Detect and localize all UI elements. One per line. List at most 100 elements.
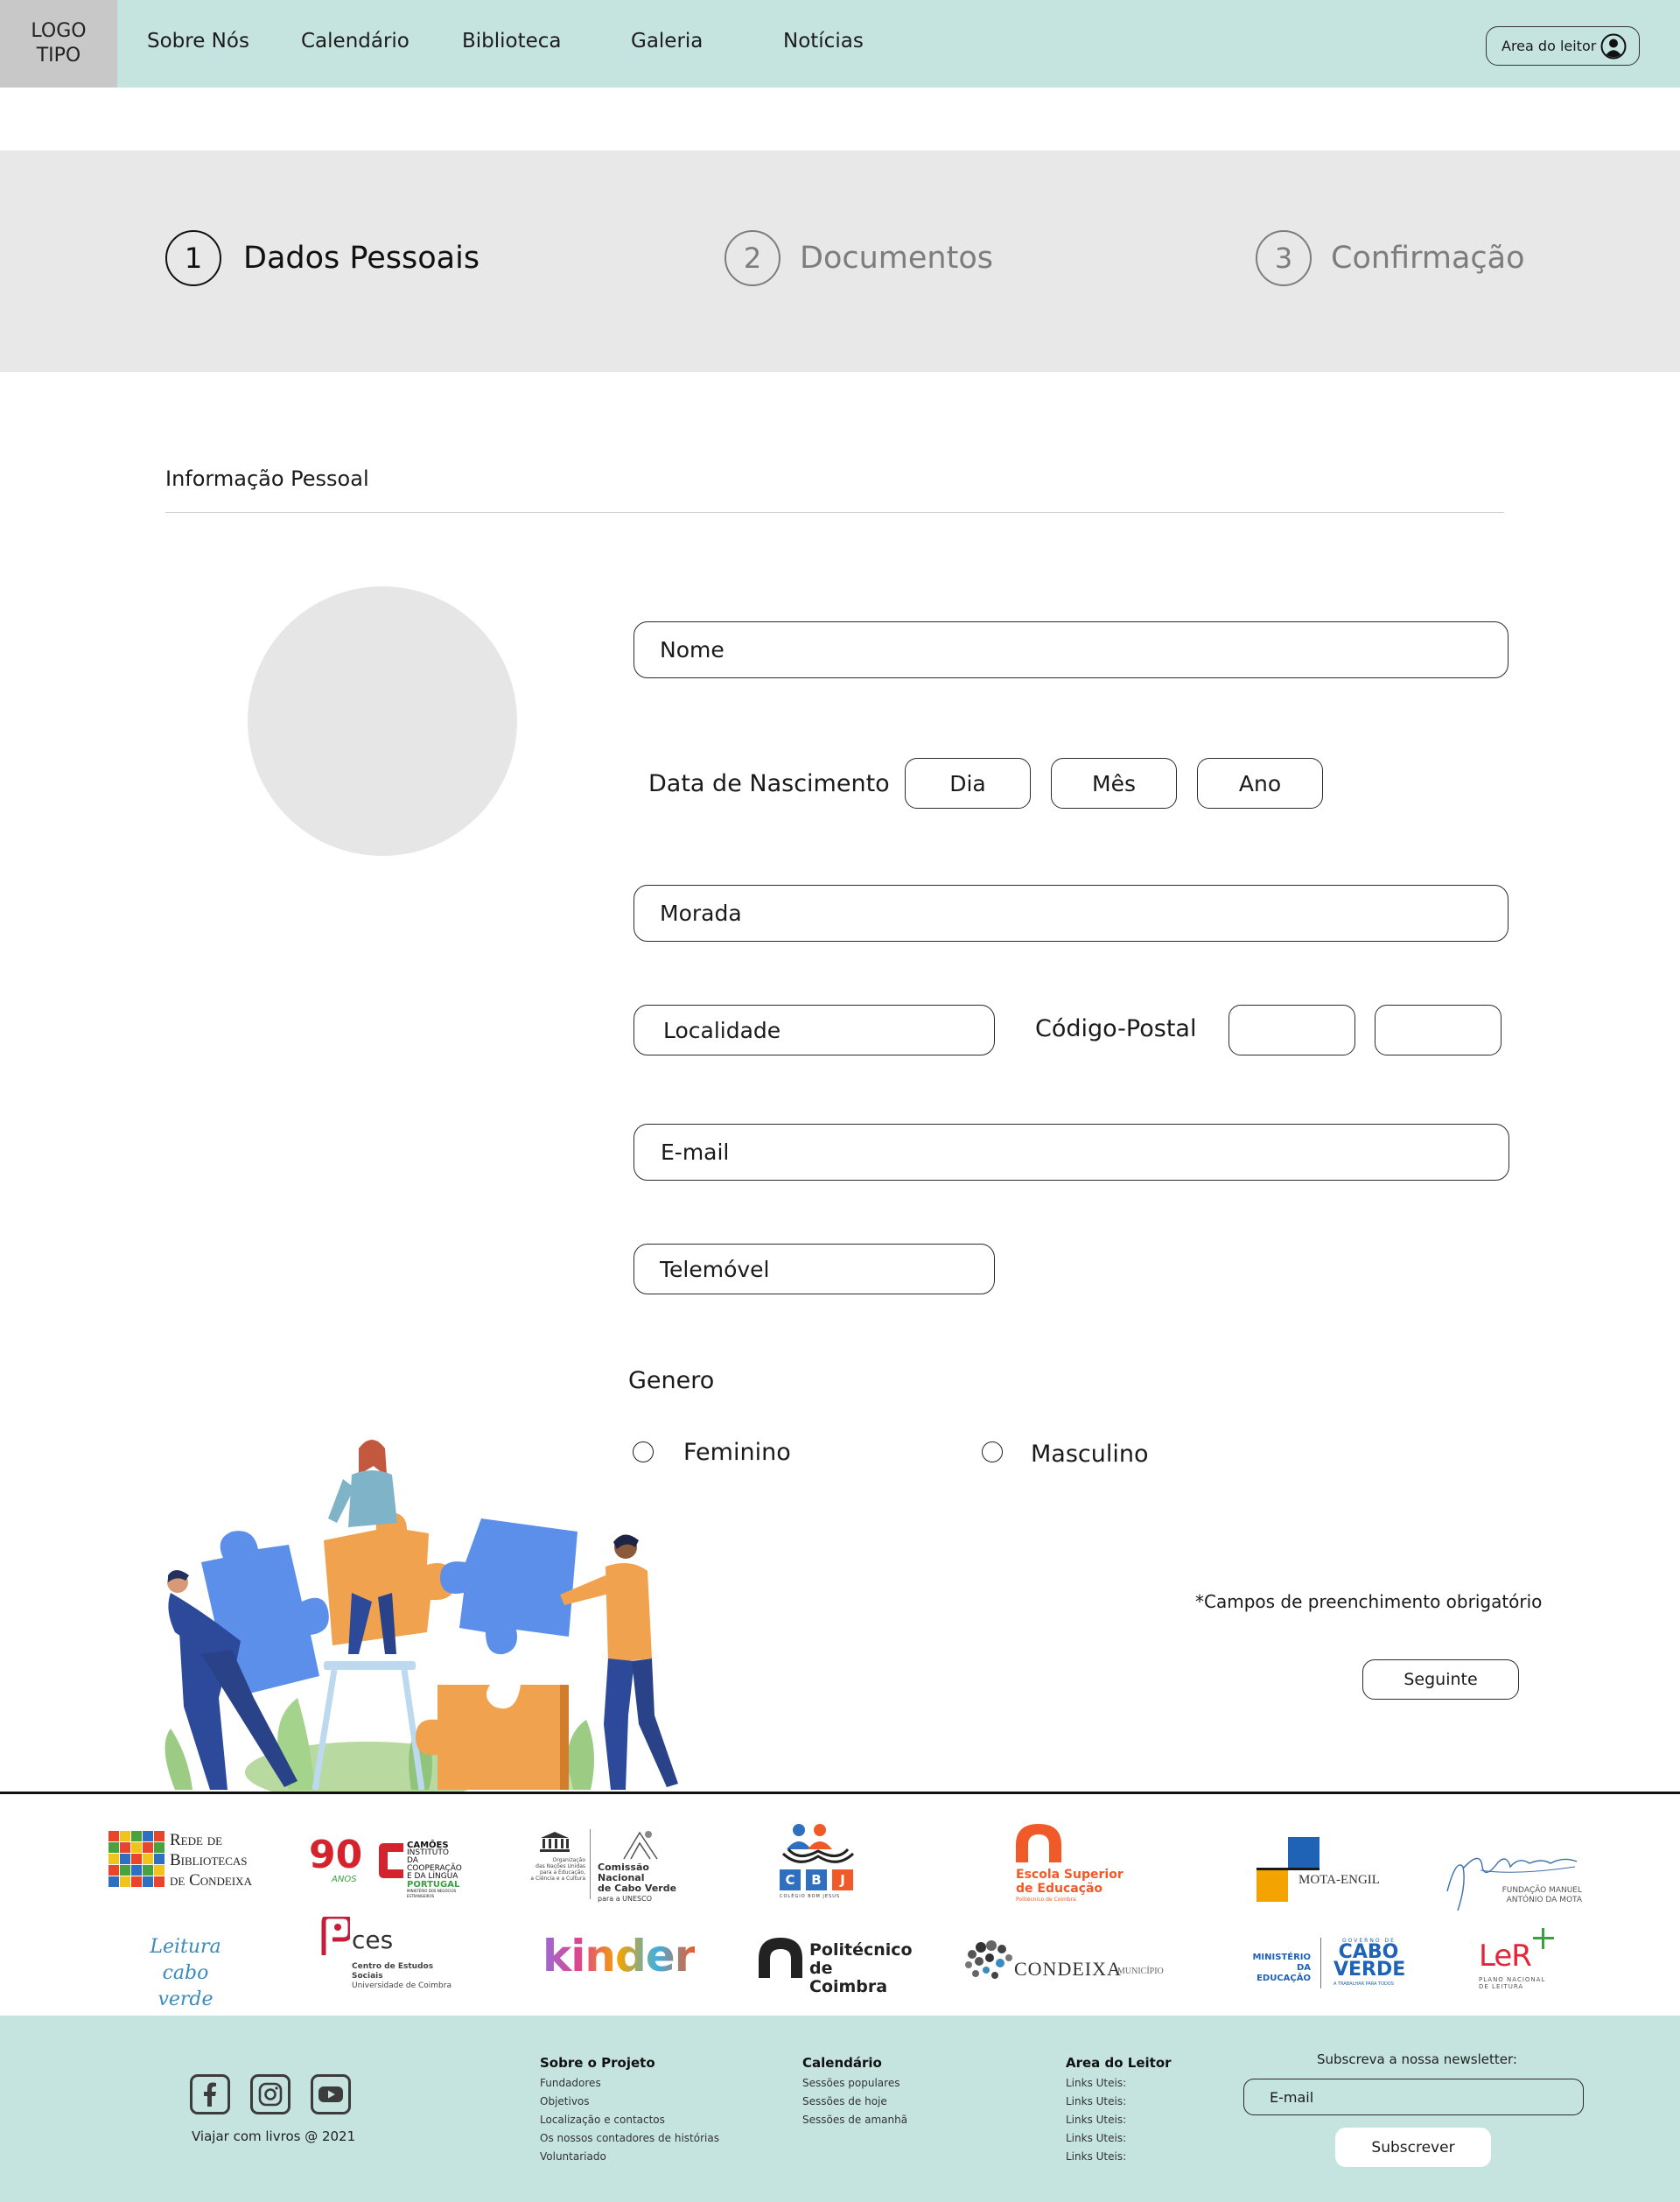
rede-line-2: Bibliotecas <box>170 1851 248 1869</box>
ler-line-2: DE LEITURA <box>1479 1983 1524 1990</box>
postal-code-label: Código-Postal <box>1035 1015 1197 1042</box>
step-personal-data[interactable]: 1 Dados Pessoais <box>165 230 480 286</box>
newsletter-email-placeholder: E-mail <box>1270 2088 1314 2106</box>
postal-code-prefix-input[interactable] <box>1228 1005 1355 1055</box>
partner-plano-nacional-leitura[interactable]: LeR PLANO NACIONAL DE LEITURA <box>1479 1928 1566 1991</box>
footer-link-useful-4[interactable]: Links Uteis: <box>1066 2129 1172 2148</box>
section-divider <box>165 512 1504 513</box>
unesco-comm-1: Comissão Nacional <box>598 1862 649 1883</box>
footer-link-useful-1[interactable]: Links Uteis: <box>1066 2074 1172 2093</box>
section-title: Informação Pessoal <box>165 466 369 491</box>
partner-esec-coimbra[interactable]: Escola Superior de Educação Politécnico … <box>1016 1824 1130 1911</box>
step-confirmation[interactable]: 3 Confirmação <box>1256 230 1525 286</box>
youtube-glyph <box>318 2086 343 2102</box>
footer-link-voluntariado[interactable]: Voluntariado <box>540 2148 719 2166</box>
unesco-org-2: das Nações Unidas <box>536 1863 585 1869</box>
footer-link-useful-5[interactable]: Links Uteis: <box>1066 2148 1172 2166</box>
footer-link-useful-2[interactable]: Links Uteis: <box>1066 2093 1172 2111</box>
partner-ces-coimbra[interactable]: ces Centro de Estudos Sociais Universida… <box>320 1917 460 1990</box>
facebook-glyph <box>204 2082 216 2107</box>
politecnico-line-2: de Coimbra <box>809 1959 888 1996</box>
footer-link-today-sessions[interactable]: Sessões de hoje <box>802 2093 907 2111</box>
footer-column-title: Sobre o Projeto <box>540 2055 655 2071</box>
ministerio-line-1: MINISTÉRIO DA <box>1252 1953 1311 1973</box>
partner-mota-engil[interactable]: MOTA-ENGIL <box>1256 1837 1388 1903</box>
address-input[interactable]: Morada <box>634 885 1508 942</box>
partner-cbj[interactable]: C B J COLÉGIO BOM JESUS <box>776 1823 860 1911</box>
gender-label: Genero <box>628 1367 715 1394</box>
footer-link-popular-sessions[interactable]: Sessões populares <box>802 2074 907 2093</box>
copyright-text: Viajar com livros @ 2021 <box>192 2128 356 2144</box>
name-input[interactable]: Nome <box>634 621 1508 678</box>
facebook-icon[interactable] <box>190 2074 230 2114</box>
step-documents[interactable]: 2 Documentos <box>724 230 993 286</box>
reader-area-button[interactable]: Area do leitor <box>1486 26 1640 66</box>
subscribe-button[interactable]: Subscrever <box>1335 2128 1491 2167</box>
partner-unesco-cabo-verde[interactable]: Organização das Nações Unidas para a Edu… <box>526 1827 692 1903</box>
footer-link-localizacao[interactable]: Localização e contactos <box>540 2111 719 2129</box>
nav-link-noticias[interactable]: Notícias <box>783 30 864 53</box>
logo[interactable]: LOGO TIPO <box>0 0 117 88</box>
birth-day-select[interactable]: Dia <box>905 758 1031 809</box>
politecnico-arch-icon <box>759 1938 802 1978</box>
partner-condeixa-municipio[interactable]: CONDEIXA MUNICÍPIO <box>963 1939 1173 1991</box>
partner-kinder[interactable]: kinder <box>542 1930 696 1982</box>
unesco-divider <box>590 1829 591 1899</box>
nav-link-sobre-nos[interactable]: Sobre Nós <box>147 30 249 53</box>
logo-line-2: TIPO <box>36 45 81 67</box>
partner-rede-bibliotecas-condeixa[interactable]: Rede de Bibliotecas de Condeixa <box>108 1828 266 1891</box>
partner-fundacao-mota[interactable]: FUNDAÇÃO MANUEL ANTÓNIO DA MOTA <box>1446 1841 1586 1912</box>
partner-leitura-cabo-verde[interactable]: Leitura cabo verde <box>133 1934 238 2010</box>
mota-engil-text: MOTA-ENGIL <box>1298 1873 1380 1887</box>
step-label: Confirmação <box>1331 241 1525 276</box>
camoes-anos: ANOS <box>332 1875 357 1884</box>
unesco-org-1: Organização <box>552 1857 585 1863</box>
footer-link-contadores[interactable]: Os nossos contadores de histórias <box>540 2129 719 2148</box>
ler-text: PLANO NACIONAL DE LEITURA <box>1479 1976 1545 1990</box>
email-placeholder: E-mail <box>661 1140 730 1165</box>
unesco-org-3: para a Educação, <box>539 1869 585 1876</box>
footer-link-objetivos[interactable]: Objetivos <box>540 2093 719 2111</box>
ces-text: Centro de Estudos Sociais Universidade d… <box>352 1962 460 1991</box>
locality-placeholder: Localidade <box>663 1017 781 1043</box>
mota-engil-squares-icon <box>1256 1837 1320 1902</box>
locality-input[interactable]: Localidade <box>634 1005 995 1055</box>
newsletter-email-input[interactable]: E-mail <box>1243 2079 1584 2115</box>
cabo-verde-commission-icon <box>623 1831 658 1860</box>
required-fields-note: *Campos de preenchimento obrigatório <box>1195 1591 1543 1612</box>
gender-male-radio[interactable] <box>982 1441 1003 1462</box>
partner-camoes[interactable]: 90 ANOS CAMÕES INSTITUTO DA COOPERAÇÃO E… <box>309 1833 466 1898</box>
footer-link-tomorrow-sessions[interactable]: Sessões de amanhã <box>802 2111 907 2129</box>
top-navigation-bar: LOGO TIPO Sobre Nós Calendário Bibliotec… <box>0 0 1680 88</box>
leitura-line-1: Leitura <box>150 1936 221 1958</box>
step-number: 2 <box>724 230 780 286</box>
birth-year-select[interactable]: Ano <box>1197 758 1323 809</box>
user-avatar-icon <box>1600 33 1627 60</box>
email-input[interactable]: E-mail <box>634 1124 1509 1181</box>
nav-link-galeria[interactable]: Galeria <box>631 30 703 53</box>
step-label: Dados Pessoais <box>243 241 480 276</box>
ces-line-2: Universidade de Coimbra <box>352 1981 452 1990</box>
cabo-verde-text: CABO VERDE <box>1334 1943 1405 1980</box>
footer-link-fundadores[interactable]: Fundadores <box>540 2074 719 2093</box>
footer-link-useful-3[interactable]: Links Uteis: <box>1066 2111 1172 2129</box>
youtube-icon[interactable] <box>311 2074 351 2114</box>
partner-ministerio-cabo-verde[interactable]: MINISTÉRIO DA EDUCAÇÃO GOVERNO DE CABO V… <box>1236 1936 1410 1994</box>
phone-input[interactable]: Telemóvel <box>634 1244 995 1294</box>
cbj-figures-icon <box>781 1824 855 1863</box>
profile-photo-placeholder[interactable] <box>248 586 517 856</box>
nav-link-biblioteca[interactable]: Biblioteca <box>462 30 562 53</box>
footer-column-title: Area do Leitor <box>1066 2055 1172 2071</box>
birth-month-select[interactable]: Mês <box>1051 758 1177 809</box>
partner-politecnico-coimbra[interactable]: Politécnico de Coimbra <box>759 1936 913 1996</box>
instagram-icon[interactable] <box>250 2074 290 2114</box>
postal-code-suffix-input[interactable] <box>1375 1005 1502 1055</box>
nav-link-calendario[interactable]: Calendário <box>301 30 410 53</box>
next-button[interactable]: Seguinte <box>1362 1659 1519 1700</box>
esec-text: Escola Superior de Educação Politécnico … <box>1016 1868 1124 1904</box>
ministerio-text: MINISTÉRIO DA EDUCAÇÃO <box>1236 1953 1311 1984</box>
cbj-subtitle: COLÉGIO BOM JESUS <box>780 1894 841 1899</box>
progress-steps: 1 Dados Pessoais 2 Documentos 3 Confirma… <box>0 151 1680 372</box>
fundacao-line-1: FUNDAÇÃO MANUEL <box>1502 1886 1582 1895</box>
birth-date-label: Data de Nascimento <box>648 770 890 797</box>
